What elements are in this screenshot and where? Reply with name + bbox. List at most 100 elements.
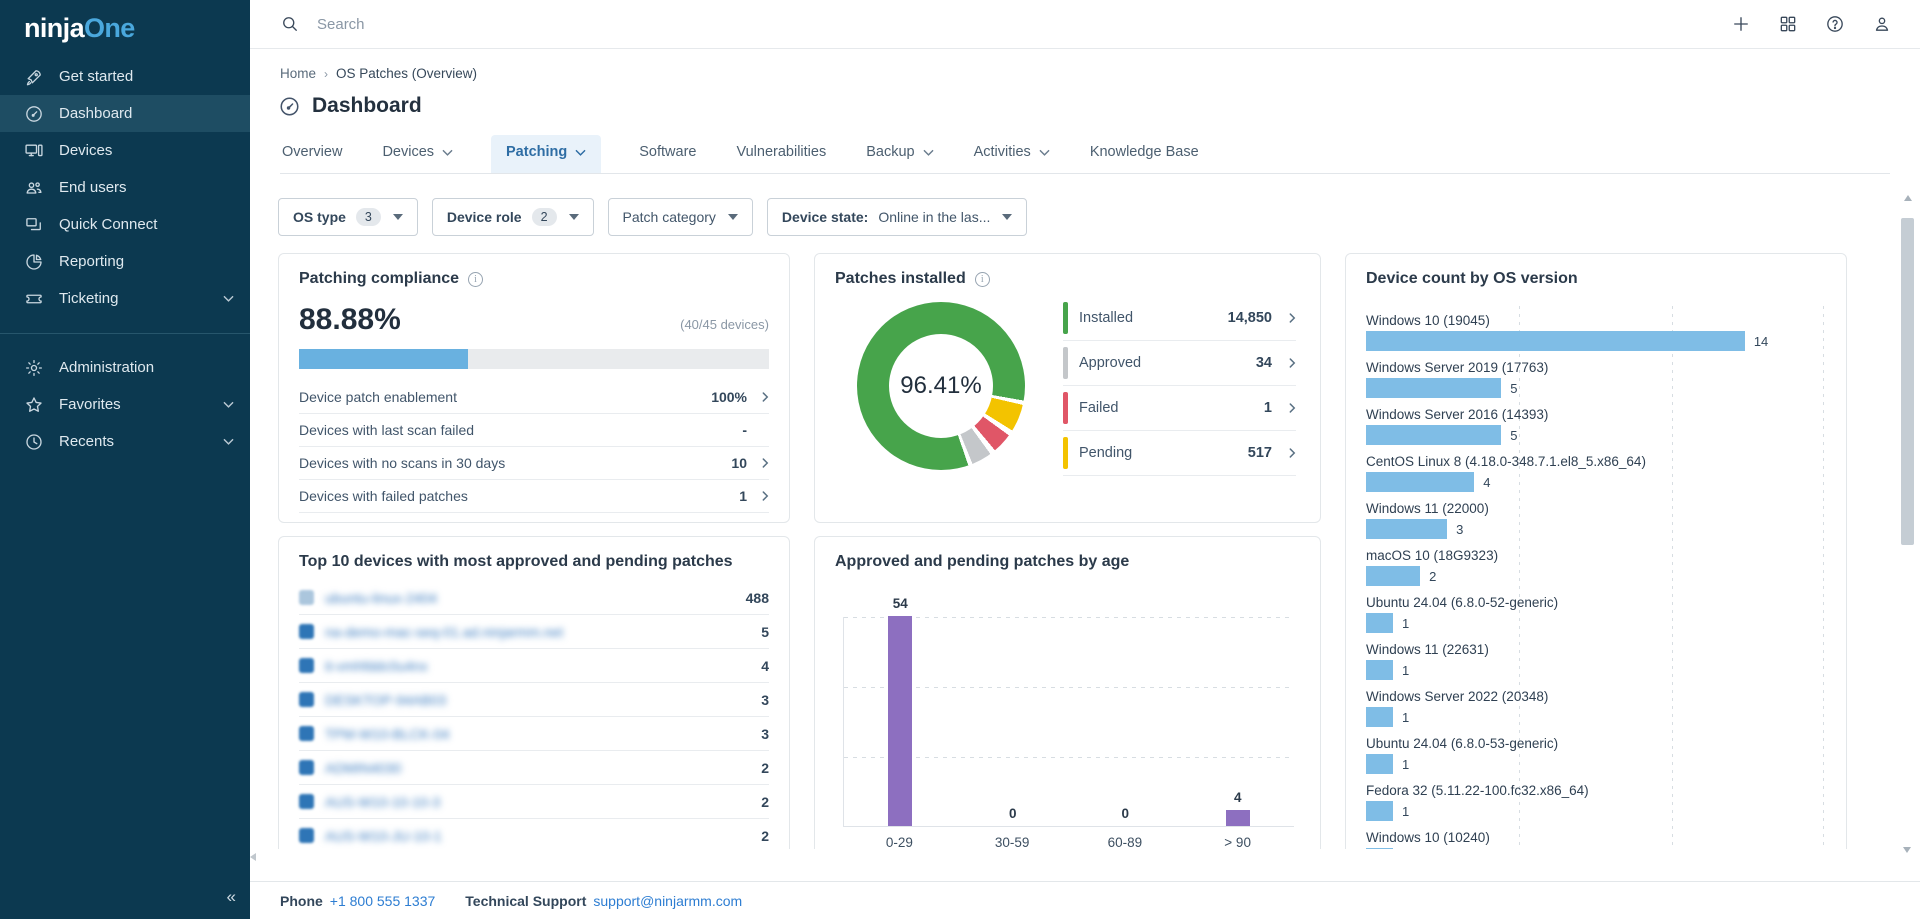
device-icon	[299, 590, 314, 605]
legend-row-pending[interactable]: Pending 517	[1063, 431, 1296, 476]
sidebar-item-label: Reporting	[59, 253, 124, 270]
legend-row-installed[interactable]: Installed14,850	[1063, 296, 1296, 341]
ninjaone-logo[interactable]: ninjaOne	[0, 0, 250, 58]
help-icon[interactable]	[1825, 14, 1845, 34]
sidebar-item-dashboard[interactable]: Dashboard	[0, 95, 250, 132]
scrollbar-up-arrow[interactable]	[1904, 195, 1912, 201]
legend-row-failed[interactable]: Failed1	[1063, 386, 1296, 431]
legend-row-approved[interactable]: Approved34	[1063, 341, 1296, 386]
sidebar-item-favorites[interactable]: Favorites	[0, 386, 250, 423]
filter-device-role[interactable]: Device role2	[432, 198, 594, 236]
os-bar-value: 5	[1510, 428, 1517, 443]
tab-devices[interactable]: Devices	[380, 135, 455, 173]
device-icon	[299, 828, 314, 843]
device-name-link[interactable]: TPM-W10-BLCK-04	[325, 726, 449, 742]
info-icon[interactable]: i	[975, 272, 990, 287]
os-bar-label: Fedora 32 (5.11.22-100.fc32.x86_64)	[1366, 782, 1826, 800]
main-content: Home › OS Patches (Overview) Dashboard O…	[250, 49, 1920, 881]
sidebar-item-label: Devices	[59, 142, 112, 159]
age-x-tick-label: > 90	[1224, 835, 1251, 849]
device-name-link[interactable]: AUS-W10-10-10-3	[325, 794, 440, 810]
filter-os-type[interactable]: OS type3	[278, 198, 418, 236]
breadcrumb-home-link[interactable]: Home	[280, 66, 316, 81]
user-icon[interactable]	[1872, 14, 1892, 34]
footer-phone-link[interactable]: +1 800 555 1337	[330, 893, 436, 909]
tab-knowledge-base[interactable]: Knowledge Base	[1088, 135, 1201, 173]
compliance-progress-track	[299, 349, 769, 369]
patches-donut-chart: 96.41%	[857, 302, 1025, 470]
tab-overview[interactable]: Overview	[280, 135, 344, 173]
sidebar-item-label: Ticketing	[59, 290, 118, 307]
os-bar-row: CentOS Linux 8 (4.18.0-348.7.1.el8_5.x86…	[1366, 453, 1826, 492]
compliance-row[interactable]: Devices with no scans in 30 days10	[299, 447, 769, 480]
os-version-bar-chart: Windows 10 (19045)14Windows Server 2019 …	[1366, 312, 1826, 849]
filter-label: Device role	[447, 209, 522, 225]
horizontal-scroll-left-arrow[interactable]	[250, 853, 256, 861]
device-name-link[interactable]: AUS-W10-JU-10-1	[325, 828, 442, 844]
os-bar	[1366, 566, 1420, 586]
os-bar-value: 2	[1429, 569, 1436, 584]
legend-label: Pending	[1079, 445, 1132, 461]
sidebar-item-recents[interactable]: Recents	[0, 423, 250, 460]
footer-support-email-link[interactable]: support@ninjarmm.com	[593, 893, 742, 909]
device-name-link[interactable]: ubuntu-linux-2404	[325, 590, 437, 606]
legend-color-swatch	[1063, 302, 1068, 334]
sidebar-item-get-started[interactable]: Get started	[0, 58, 250, 95]
chevron-down-icon	[223, 438, 234, 446]
device-icon	[299, 624, 314, 639]
legend-value: 517	[1248, 445, 1272, 461]
sidebar-collapse-button[interactable]: «	[227, 887, 234, 907]
sidebar-item-label: Recents	[59, 433, 114, 450]
device-row: it-vmhfddc0u4nx 4	[299, 649, 769, 683]
filter-device-state[interactable]: Device state:Online in the las...	[767, 198, 1027, 236]
legend-color-swatch	[1063, 392, 1068, 424]
compliance-row[interactable]: Devices with failed patches1	[299, 480, 769, 513]
tab-vulnerabilities[interactable]: Vulnerabilities	[734, 135, 828, 173]
device-icon	[299, 658, 314, 673]
filter-count-badge: 3	[356, 208, 381, 226]
device-row: AUS-W10-JU-10-12	[299, 819, 769, 849]
sidebar-item-devices[interactable]: Devices	[0, 132, 250, 169]
footer-support-label: Technical Support	[465, 893, 586, 909]
compliance-row[interactable]: Device patch enablement100%	[299, 381, 769, 414]
card-title: Top 10 devices with most approved and pe…	[299, 553, 733, 571]
age-bar-value: 0	[1121, 806, 1129, 821]
device-name-link[interactable]: na-demo-mac-seq-01.ad.ninjarmm.net	[325, 624, 563, 640]
sidebar-item-ticketing[interactable]: Ticketing	[0, 280, 250, 317]
apps-grid-icon[interactable]	[1778, 14, 1798, 34]
tab-software[interactable]: Software	[637, 135, 698, 173]
sidebar-item-reporting[interactable]: Reporting	[0, 243, 250, 280]
sidebar-item-end-users[interactable]: End users	[0, 169, 250, 206]
gear-icon	[24, 358, 44, 378]
os-bar	[1366, 378, 1501, 398]
sidebar-item-administration[interactable]: Administration	[0, 349, 250, 386]
device-name-link[interactable]: ADMIN4030	[325, 760, 401, 776]
devices-icon	[24, 141, 44, 161]
star-icon	[24, 395, 44, 415]
row-label: Devices with last scan failed	[299, 422, 474, 438]
plus-icon[interactable]	[1731, 14, 1751, 34]
scrollbar-thumb[interactable]	[1901, 218, 1914, 545]
sidebar-divider	[0, 333, 250, 334]
search-input[interactable]	[317, 16, 737, 33]
device-patch-count: 2	[761, 760, 769, 776]
compliance-percent: 88.88%	[299, 303, 401, 337]
tab-activities[interactable]: Activities	[972, 135, 1052, 173]
device-patch-count: 4	[761, 658, 769, 674]
quick-connect-icon	[24, 215, 44, 235]
device-name-link[interactable]: DESKTOP-94AB03	[325, 692, 446, 708]
tab-patching[interactable]: Patching	[491, 135, 601, 173]
tab-backup[interactable]: Backup	[864, 135, 935, 173]
age-bar-value: 0	[1009, 806, 1017, 821]
os-bar-value: 14	[1754, 334, 1768, 349]
filter-label: Device state:	[782, 209, 868, 225]
info-icon[interactable]: i	[468, 272, 483, 287]
device-row: TPM-W10-BLCK-043	[299, 717, 769, 751]
scrollbar-down-arrow[interactable]	[1903, 847, 1911, 853]
os-bar-value: 4	[1483, 475, 1490, 490]
sidebar-item-label: Favorites	[59, 396, 121, 413]
chevron-right-icon	[747, 457, 769, 469]
device-name-link[interactable]: it-vmhfddc0u4nx	[325, 658, 428, 674]
sidebar-item-quick-connect[interactable]: Quick Connect	[0, 206, 250, 243]
filter-patch-category[interactable]: Patch category	[608, 198, 753, 236]
